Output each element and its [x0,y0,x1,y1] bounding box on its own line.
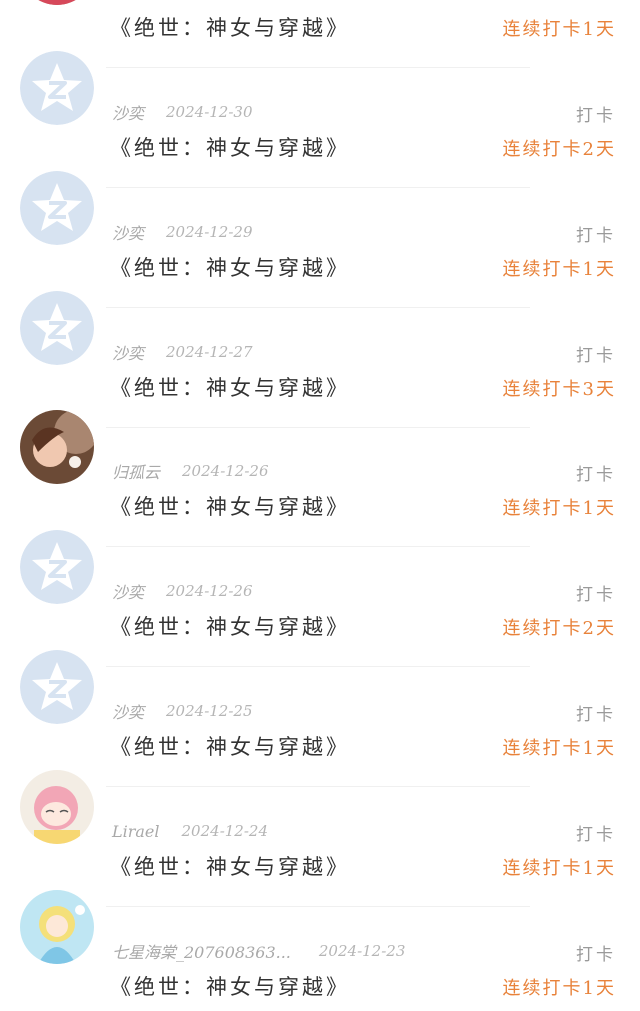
user-name[interactable]: 沙奕 [112,579,144,603]
checkin-type: 打卡 [576,106,616,126]
default-avatar-icon[interactable] [20,171,94,245]
checkin-date: 2024-12-27 [166,343,253,361]
checkin-date: 2024-12-30 [166,103,253,121]
checkin-row[interactable]: 沙奕 2024-12-27 《绝世：神女与穿越》 打卡 连续打卡3天 [0,254,640,428]
checkin-date: 2024-12-26 [166,582,253,600]
user-name[interactable]: 沙奕 [112,100,144,124]
checkin-row[interactable]: 沙奕 2024-12-25 《绝世：神女与穿越》 打卡 连续打卡1天 [0,613,640,787]
default-avatar-icon[interactable] [20,291,94,365]
checkin-row[interactable]: 《绝世：神女与穿越》 连续打卡1天 [0,0,640,68]
user-name[interactable]: 七星海棠_207608363... [112,939,291,963]
checkin-row[interactable]: Lirael 2024-12-24 《绝世：神女与穿越》 打卡 连续打卡1天 [0,733,640,907]
checkin-type: 打卡 [576,226,616,246]
default-avatar-icon[interactable] [20,650,94,724]
user-avatar[interactable] [20,890,94,964]
checkin-date: 2024-12-25 [166,702,253,720]
user-name[interactable]: 沙奕 [112,699,144,723]
user-name[interactable]: 归孤云 [112,459,160,483]
streak-text: 连续打卡1天 [502,978,616,999]
checkin-type: 打卡 [576,945,616,965]
user-avatar[interactable] [20,0,94,5]
checkin-row[interactable]: 归孤云 2024-12-26 《绝世：神女与穿越》 打卡 连续打卡1天 [0,373,640,547]
book-title[interactable]: 《绝世：神女与穿越》 [110,971,350,1001]
checkin-row[interactable]: 沙奕 2024-12-29 《绝世：神女与穿越》 打卡 连续打卡1天 [0,134,640,308]
checkin-type: 打卡 [576,585,616,605]
checkin-date: 2024-12-29 [166,223,253,241]
checkin-date: 2024-12-23 [318,942,406,960]
checkin-type: 打卡 [576,825,616,845]
user-name[interactable]: Lirael [112,822,160,841]
checkin-date: 2024-12-26 [182,462,269,480]
user-avatar[interactable] [20,410,94,484]
user-avatar[interactable] [20,770,94,844]
user-name[interactable]: 沙奕 [112,220,144,244]
checkin-row[interactable]: 沙奕 2024-12-26 《绝世：神女与穿越》 打卡 连续打卡2天 [0,493,640,667]
checkin-type: 打卡 [576,346,616,366]
default-avatar-icon[interactable] [20,530,94,604]
checkin-date: 2024-12-24 [181,822,268,840]
user-name[interactable]: 沙奕 [112,340,144,364]
checkin-type: 打卡 [576,465,616,485]
checkin-type: 打卡 [576,705,616,725]
default-avatar-icon[interactable] [20,51,94,125]
checkin-row[interactable]: 沙奕 2024-12-30 《绝世：神女与穿越》 打卡 连续打卡2天 [0,14,640,188]
checkin-row[interactable]: 七星海棠_207608363... 2024-12-23 《绝世：神女与穿越》 打… [0,853,640,999]
